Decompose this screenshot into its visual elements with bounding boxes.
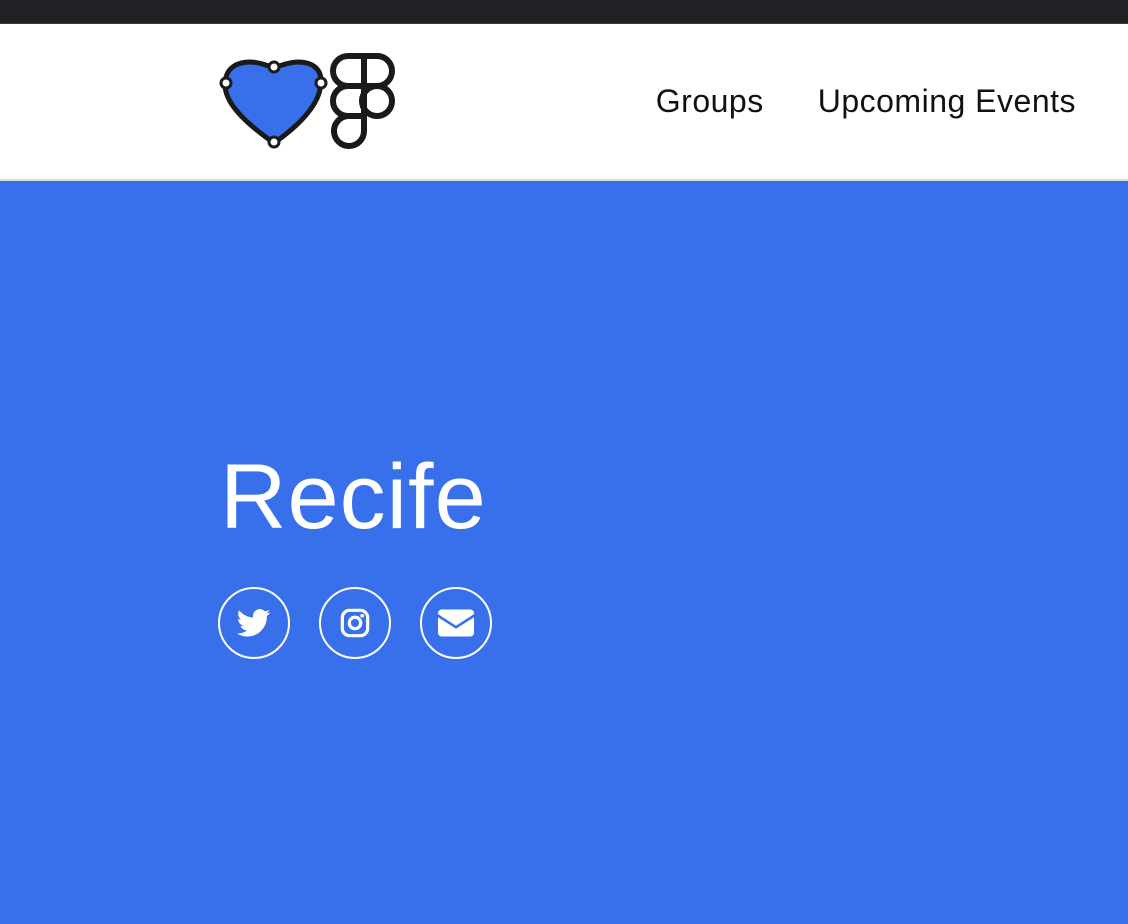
browser-top-bar	[0, 0, 1128, 24]
instagram-icon	[340, 608, 370, 638]
nav-link-groups[interactable]: Groups	[656, 83, 764, 120]
twitter-icon	[237, 609, 271, 637]
site-logo[interactable]	[214, 52, 400, 152]
main-nav: Groups Upcoming Events	[656, 83, 1076, 120]
hero-section: Recife	[0, 181, 1128, 924]
nav-link-upcoming-events[interactable]: Upcoming Events	[818, 83, 1076, 120]
instagram-button[interactable]	[319, 587, 391, 659]
figma-icon	[330, 53, 395, 149]
social-links	[218, 587, 492, 659]
twitter-button[interactable]	[218, 587, 290, 659]
page-title: Recife	[220, 446, 487, 548]
logo-graphic	[219, 53, 395, 149]
email-icon	[438, 609, 474, 637]
heart-icon	[219, 59, 328, 149]
navbar: Groups Upcoming Events	[0, 24, 1128, 181]
email-button[interactable]	[420, 587, 492, 659]
